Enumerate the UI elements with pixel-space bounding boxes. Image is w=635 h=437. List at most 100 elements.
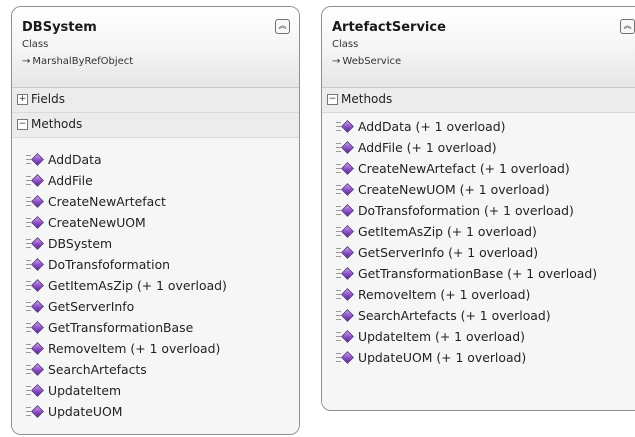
double-chevron-up-icon: ︽ (623, 21, 632, 30)
method-label: SearchArtefacts (+ 1 overload) (358, 308, 551, 323)
method-cube-icon (26, 174, 44, 187)
method-item[interactable]: GetItemAsZip (+ 1 overload) (336, 224, 537, 244)
method-label: GetTransformationBase (+ 1 overload) (358, 266, 598, 281)
method-item[interactable]: GetTransformationBase (+ 1 overload) (336, 266, 597, 286)
collapse-shape-button[interactable]: ︽ (275, 19, 290, 34)
method-item[interactable]: GetServerInfo (+ 1 overload) (336, 245, 538, 265)
class-header: DBSystem Class → MarshalByRefObject ︽ (12, 7, 299, 88)
method-item[interactable]: AddData (26, 152, 102, 172)
method-cube-icon (26, 153, 44, 166)
method-item[interactable]: UpdateUOM (+ 1 overload) (336, 350, 526, 370)
method-label: AddData (+ 1 overload) (358, 119, 506, 134)
methods-label: Methods (31, 117, 83, 131)
method-item[interactable]: GetServerInfo (26, 299, 134, 319)
method-item[interactable]: AddFile (+ 1 overload) (336, 140, 497, 160)
class-name: DBSystem (22, 20, 97, 35)
method-label: UpdateItem (+ 1 overload) (358, 329, 525, 344)
collapse-shape-button[interactable]: ︽ (620, 19, 635, 34)
method-label: DBSystem (48, 236, 113, 251)
class-stereotype: Class (22, 39, 49, 50)
method-cube-icon (26, 321, 44, 334)
method-item[interactable]: DoTransfoformation (+ 1 overload) (336, 203, 574, 223)
method-item[interactable]: CreateNewArtefact (+ 1 overload) (336, 161, 570, 181)
method-item[interactable]: AddData (+ 1 overload) (336, 119, 505, 139)
method-cube-icon (26, 216, 44, 229)
method-label: AddFile (+ 1 overload) (358, 140, 497, 155)
method-cube-icon (26, 342, 44, 355)
method-list: AddData (+ 1 overload) AddFile (+ 1 overl… (322, 113, 635, 410)
method-cube-icon (336, 330, 354, 343)
method-label: AddFile (48, 173, 93, 188)
method-list: AddData AddFile CreateNewArtefact CreateNew… (12, 138, 299, 434)
methods-compartment[interactable]: − Methods (322, 88, 635, 113)
method-cube-icon (26, 405, 44, 418)
method-cube-icon (26, 279, 44, 292)
class-stereotype: Class (332, 39, 359, 50)
method-cube-icon (336, 288, 354, 301)
method-cube-icon (26, 195, 44, 208)
method-label: DoTransfoformation (+ 1 overload) (358, 203, 574, 218)
method-item[interactable]: AddFile (26, 173, 93, 193)
method-cube-icon (336, 120, 354, 133)
method-cube-icon (26, 384, 44, 397)
method-label: CreateNewArtefact (+ 1 overload) (358, 161, 570, 176)
method-label: UpdateUOM (+ 1 overload) (358, 350, 527, 365)
method-cube-icon (336, 162, 354, 175)
method-cube-icon (336, 225, 354, 238)
method-item[interactable]: GetItemAsZip (+ 1 overload) (26, 278, 227, 298)
method-label: CreateNewUOM (48, 215, 146, 230)
method-item[interactable]: UpdateItem (+ 1 overload) (336, 329, 525, 349)
method-item[interactable]: GetTransformationBase (26, 320, 193, 340)
method-label: GetTransformationBase (48, 320, 194, 335)
method-cube-icon (26, 363, 44, 376)
method-label: AddData (48, 152, 102, 167)
method-label: CreateNewArtefact (48, 194, 166, 209)
method-cube-icon (26, 300, 44, 313)
methods-compartment[interactable]: − Methods (12, 113, 299, 138)
method-item[interactable]: RemoveItem (+ 1 overload) (26, 341, 220, 361)
minus-box-icon[interactable]: − (17, 119, 28, 130)
method-item[interactable]: UpdateItem (26, 383, 121, 403)
inheritance-arrow-icon: → (332, 56, 341, 67)
method-item[interactable]: SearchArtefacts (+ 1 overload) (336, 308, 551, 328)
base-class-name: MarshalByRefObject (32, 56, 134, 67)
method-cube-icon (336, 183, 354, 196)
method-cube-icon (336, 351, 354, 364)
method-cube-icon (26, 258, 44, 271)
fields-compartment[interactable]: + Fields (12, 88, 299, 113)
base-class: → WebService (332, 56, 401, 67)
method-item[interactable]: CreateNewUOM (+ 1 overload) (336, 182, 550, 202)
method-label: GetItemAsZip (+ 1 overload) (48, 278, 227, 293)
base-class-name: WebService (342, 56, 402, 67)
method-label: DoTransfoformation (48, 257, 171, 272)
method-item[interactable]: CreateNewUOM (26, 215, 146, 235)
class-shape-artefactservice[interactable]: ArtefactService Class → WebService ︽ − Me… (321, 6, 635, 411)
method-label: GetServerInfo (48, 299, 135, 314)
method-item[interactable]: UpdateUOM (26, 404, 122, 424)
method-item[interactable]: DBSystem (26, 236, 112, 256)
method-label: UpdateItem (48, 383, 122, 398)
method-item[interactable]: DoTransfoformation (26, 257, 170, 277)
double-chevron-up-icon: ︽ (278, 21, 287, 30)
methods-label: Methods (341, 92, 393, 106)
inheritance-arrow-icon: → (22, 56, 31, 67)
method-cube-icon (336, 309, 354, 322)
method-item[interactable]: RemoveItem (+ 1 overload) (336, 287, 530, 307)
method-cube-icon (336, 204, 354, 217)
method-label: CreateNewUOM (+ 1 overload) (358, 182, 550, 197)
method-label: UpdateUOM (48, 404, 123, 419)
base-class: → MarshalByRefObject (22, 56, 133, 67)
plus-box-icon[interactable]: + (17, 94, 28, 105)
class-header: ArtefactService Class → WebService ︽ (322, 7, 635, 88)
method-label: GetServerInfo (+ 1 overload) (358, 245, 539, 260)
class-shape-dbsystem[interactable]: DBSystem Class → MarshalByRefObject ︽ + F… (11, 6, 300, 435)
method-label: GetItemAsZip (+ 1 overload) (358, 224, 537, 239)
method-cube-icon (26, 237, 44, 250)
method-cube-icon (336, 246, 354, 259)
method-item[interactable]: CreateNewArtefact (26, 194, 166, 214)
method-cube-icon (336, 267, 354, 280)
method-item[interactable]: SearchArtefacts (26, 362, 147, 382)
class-name: ArtefactService (332, 20, 446, 35)
method-label: RemoveItem (+ 1 overload) (358, 287, 531, 302)
minus-box-icon[interactable]: − (327, 94, 338, 105)
